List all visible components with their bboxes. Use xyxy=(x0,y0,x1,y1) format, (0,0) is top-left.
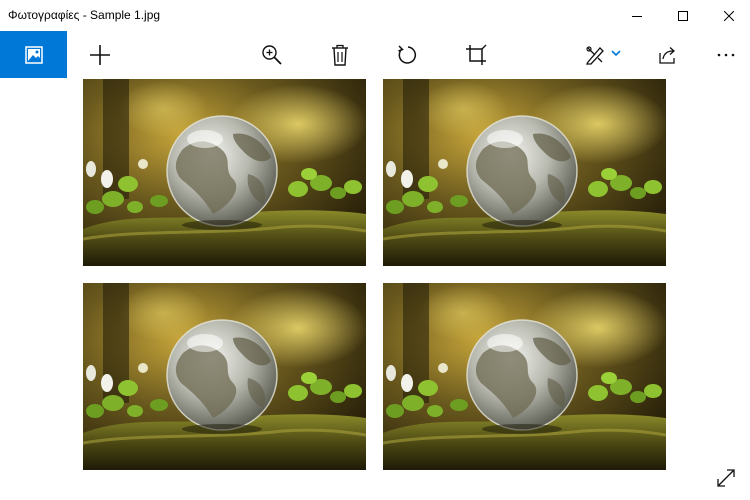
add-icon xyxy=(90,44,110,65)
zoom-button[interactable] xyxy=(252,31,292,78)
photo-image xyxy=(383,79,666,266)
window-title: Φωτογραφίες - Sample 1.jpg xyxy=(8,8,161,22)
share-button[interactable] xyxy=(648,31,688,78)
photo-image xyxy=(383,283,666,470)
toolbar xyxy=(0,31,750,78)
more-button[interactable] xyxy=(706,31,746,78)
maximize-icon xyxy=(678,10,688,21)
collection-button[interactable] xyxy=(0,31,67,78)
photo-image xyxy=(83,283,366,470)
crop-icon xyxy=(466,44,487,65)
photo-image xyxy=(83,79,366,266)
photo-thumbnail[interactable] xyxy=(83,79,366,266)
fullscreen-button[interactable] xyxy=(708,460,744,496)
add-button[interactable] xyxy=(80,31,120,78)
close-icon xyxy=(724,10,734,21)
crop-button[interactable] xyxy=(456,31,496,78)
more-icon xyxy=(717,53,735,56)
expand-icon xyxy=(717,469,735,487)
rotate-button[interactable] xyxy=(388,31,428,78)
share-icon xyxy=(659,46,675,64)
edit-draw-button[interactable] xyxy=(578,31,628,78)
minimize-icon xyxy=(632,15,642,17)
photo-thumbnail[interactable] xyxy=(383,283,666,470)
rotate-icon xyxy=(398,44,417,64)
photo-thumbnail[interactable] xyxy=(383,79,666,266)
photo-thumbnail[interactable] xyxy=(83,283,366,470)
minimize-button[interactable] xyxy=(614,0,660,31)
edit-draw-icon xyxy=(585,45,604,65)
close-button[interactable] xyxy=(706,0,750,31)
zoom-in-icon xyxy=(262,44,282,65)
title-bar: Φωτογραφίες - Sample 1.jpg xyxy=(0,0,750,31)
delete-icon xyxy=(332,44,348,66)
collection-icon xyxy=(24,45,43,64)
maximize-button[interactable] xyxy=(660,0,706,31)
chevron-down-icon xyxy=(611,49,621,56)
delete-button[interactable] xyxy=(320,31,360,78)
